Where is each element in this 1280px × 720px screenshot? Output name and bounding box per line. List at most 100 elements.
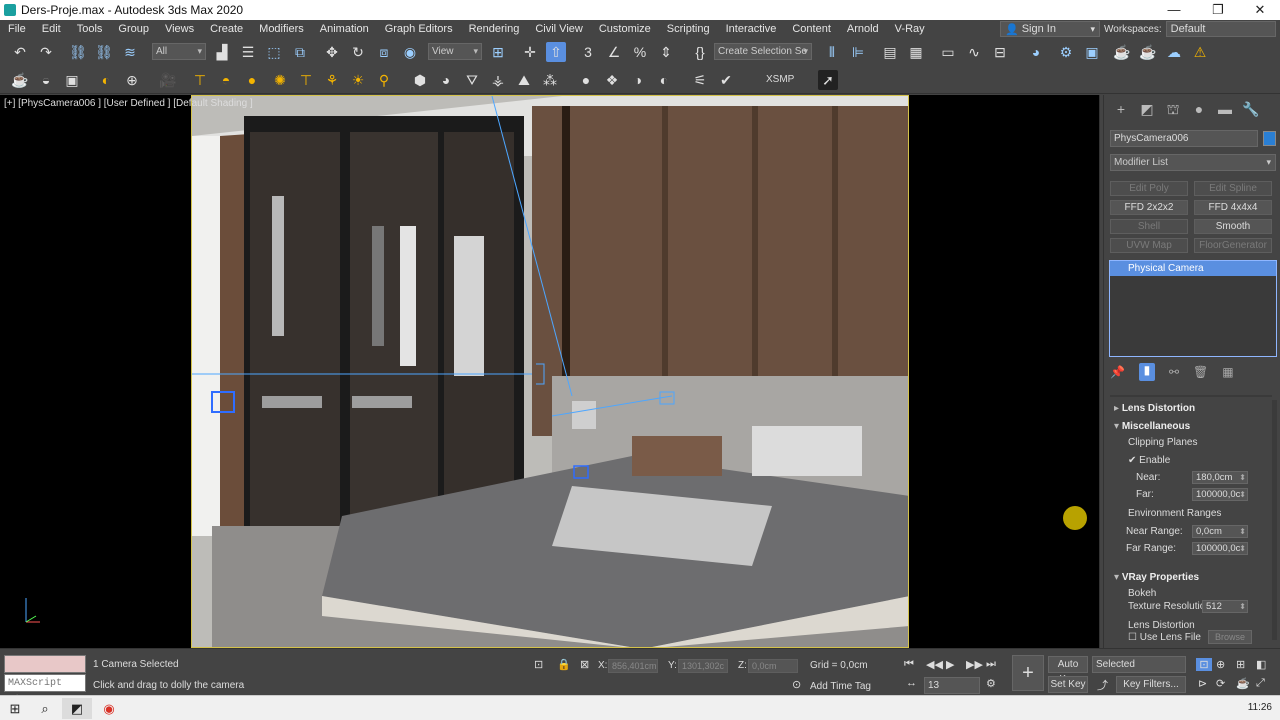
- vray-fur-icon[interactable]: ⚶: [488, 70, 508, 90]
- go-to-end-icon[interactable]: ⏭: [986, 658, 996, 671]
- 3dsmax-taskbar-icon[interactable]: ◩: [62, 698, 92, 719]
- modifier-list-dropdown[interactable]: Modifier List: [1110, 154, 1276, 171]
- reference-coord-dropdown[interactable]: View: [428, 43, 482, 60]
- vray-properties-rollout[interactable]: VRay Properties: [1114, 572, 1199, 583]
- command-panel-scrollbar[interactable]: [1272, 400, 1277, 640]
- maximize-button[interactable]: ❐: [1198, 0, 1238, 20]
- vray-mesh-light-icon[interactable]: ⊤: [296, 70, 316, 90]
- menu-views[interactable]: Views: [157, 23, 202, 35]
- warning-icon[interactable]: ⚠: [1190, 42, 1210, 62]
- vray-sphere-icon[interactable]: ◕: [436, 70, 456, 90]
- edit-poly-button[interactable]: Edit Poly: [1110, 181, 1188, 196]
- angle-snap-icon[interactable]: ∠: [604, 42, 624, 62]
- chrome-taskbar-icon[interactable]: ◉: [94, 698, 124, 719]
- add-key-icon[interactable]: +: [1012, 655, 1044, 691]
- toggle-layer-explorer-icon[interactable]: ▦: [906, 42, 926, 62]
- enable-checkbox[interactable]: ✔ Enable: [1128, 455, 1170, 466]
- move-icon[interactable]: ✥: [322, 42, 342, 62]
- search-icon[interactable]: ⌕: [30, 698, 60, 719]
- object-name-field[interactable]: PhysCamera006: [1110, 130, 1258, 147]
- render-cloud-icon[interactable]: ☁: [1164, 42, 1184, 62]
- unlink-icon[interactable]: ⛓: [94, 42, 114, 62]
- ffd-2x2x2-button[interactable]: FFD 2x2x2: [1110, 200, 1188, 215]
- vray-plane-icon[interactable]: ⛰: [514, 70, 534, 90]
- menu-interactive[interactable]: Interactive: [718, 23, 785, 35]
- viewport[interactable]: [+] [PhysCamera006 ] [User Defined ] [De…: [0, 95, 1100, 648]
- menu-civil-view[interactable]: Civil View: [527, 23, 590, 35]
- menu-arnold[interactable]: Arnold: [839, 23, 887, 35]
- default-tangent-icon[interactable]: ⤴: [1097, 677, 1108, 693]
- maxscript-listener[interactable]: [4, 655, 86, 673]
- sign-in-button[interactable]: 👤 Sign In ▾: [1000, 21, 1100, 37]
- scale-icon[interactable]: ⧈: [374, 42, 394, 62]
- motion-tab-icon[interactable]: ●: [1186, 101, 1212, 123]
- menu-edit[interactable]: Edit: [34, 23, 69, 35]
- menu-tools[interactable]: Tools: [69, 23, 111, 35]
- x-coordinate-field[interactable]: 856,401cm: [608, 659, 658, 673]
- vray-scene-converter-icon[interactable]: ◐: [654, 70, 674, 90]
- previous-frame-icon[interactable]: ◀◀: [926, 658, 943, 671]
- menu-animation[interactable]: Animation: [312, 23, 377, 35]
- named-selection-dropdown[interactable]: Create Selection Se: [714, 43, 812, 60]
- rendered-scene[interactable]: [191, 95, 909, 648]
- rotate-icon[interactable]: ↻: [348, 42, 368, 62]
- walk-through-icon[interactable]: ☕: [1236, 677, 1250, 690]
- windows-start-icon[interactable]: ⊞: [0, 698, 30, 719]
- menu-create[interactable]: Create: [202, 23, 251, 35]
- vray-multi-material-icon[interactable]: ❖: [602, 70, 622, 90]
- vray-lister-icon[interactable]: ⚟: [690, 70, 710, 90]
- menu-graph-editors[interactable]: Graph Editors: [377, 23, 461, 35]
- maximize-viewport-icon[interactable]: ⤢: [1256, 677, 1265, 690]
- object-color-swatch[interactable]: [1263, 131, 1276, 146]
- set-key-button[interactable]: Set Key: [1048, 676, 1088, 693]
- rendered-frame-icon[interactable]: ▣: [1082, 42, 1102, 62]
- percent-snap-icon[interactable]: %: [630, 42, 650, 62]
- zoom-extents-icon[interactable]: ⊡: [1196, 658, 1212, 671]
- vray-sky-icon[interactable]: ⚲: [374, 70, 394, 90]
- select-by-name-icon[interactable]: ☰: [238, 42, 258, 62]
- rect-selection-icon[interactable]: ⬚: [264, 42, 284, 62]
- menu-scripting[interactable]: Scripting: [659, 23, 718, 35]
- floorgenerator-button[interactable]: FloorGenerator: [1194, 238, 1272, 253]
- vray-light-icon[interactable]: ◐: [96, 70, 116, 90]
- create-tab-icon[interactable]: +: [1108, 101, 1134, 123]
- isolate-selection-icon[interactable]: ⊡: [534, 658, 543, 671]
- vray-material-icon[interactable]: ●: [576, 70, 596, 90]
- configure-sets-icon[interactable]: ▦: [1222, 365, 1233, 379]
- manipulate-icon[interactable]: ✛: [520, 42, 540, 62]
- edit-spline-button[interactable]: Edit Spline: [1194, 181, 1272, 196]
- lens-distortion-rollout[interactable]: Lens Distortion: [1114, 403, 1195, 414]
- near-range-spinner[interactable]: 0,0cm: [1192, 525, 1248, 538]
- absolute-mode-icon[interactable]: ⊠: [580, 658, 589, 671]
- vray-sphere-light-icon[interactable]: ●: [242, 70, 262, 90]
- vray-frame-buffer-icon[interactable]: ▣: [62, 70, 82, 90]
- vray-mtl-converter-icon[interactable]: ◑: [628, 70, 648, 90]
- vray-ambient-light-icon[interactable]: ⚘: [322, 70, 342, 90]
- far-range-spinner[interactable]: 100000,0c: [1192, 542, 1248, 555]
- far-spinner[interactable]: 100000,0c: [1192, 488, 1248, 501]
- mirror-icon[interactable]: ⫴: [822, 42, 842, 62]
- pivot-icon[interactable]: ⊞: [488, 42, 508, 62]
- render-setup-icon[interactable]: ⚙: [1056, 42, 1076, 62]
- auto-key-button[interactable]: Auto Key: [1048, 656, 1088, 685]
- miscellaneous-rollout[interactable]: Miscellaneous: [1114, 421, 1190, 432]
- display-tab-icon[interactable]: ▬: [1212, 101, 1238, 123]
- menu-customize[interactable]: Customize: [591, 23, 659, 35]
- near-spinner[interactable]: 180,0cm: [1192, 471, 1248, 484]
- dolly-icon[interactable]: ⊳: [1198, 677, 1207, 690]
- uvw-map-button[interactable]: UVW Map: [1110, 238, 1188, 253]
- keyboard-shortcut-icon[interactable]: ⇧: [546, 42, 566, 62]
- time-tag-icon[interactable]: ⊙: [792, 678, 801, 691]
- use-lens-file-checkbox[interactable]: ☐ Use Lens File: [1128, 632, 1201, 643]
- menu-content[interactable]: Content: [784, 23, 839, 35]
- current-frame-field[interactable]: 13: [924, 677, 980, 694]
- workspaces-dropdown[interactable]: Default: [1165, 21, 1276, 37]
- vray-scatter-icon[interactable]: ⁂: [540, 70, 560, 90]
- pan-icon[interactable]: ◧: [1256, 658, 1266, 671]
- vray-ipr-icon[interactable]: ◒: [36, 70, 56, 90]
- y-coordinate-field[interactable]: 1301,302c: [678, 659, 728, 673]
- menu-group[interactable]: Group: [110, 23, 157, 35]
- vray-render-icon[interactable]: ☕: [10, 70, 30, 90]
- vray-logo-icon[interactable]: ✔: [716, 70, 736, 90]
- edit-named-selection-icon[interactable]: {}: [690, 42, 710, 62]
